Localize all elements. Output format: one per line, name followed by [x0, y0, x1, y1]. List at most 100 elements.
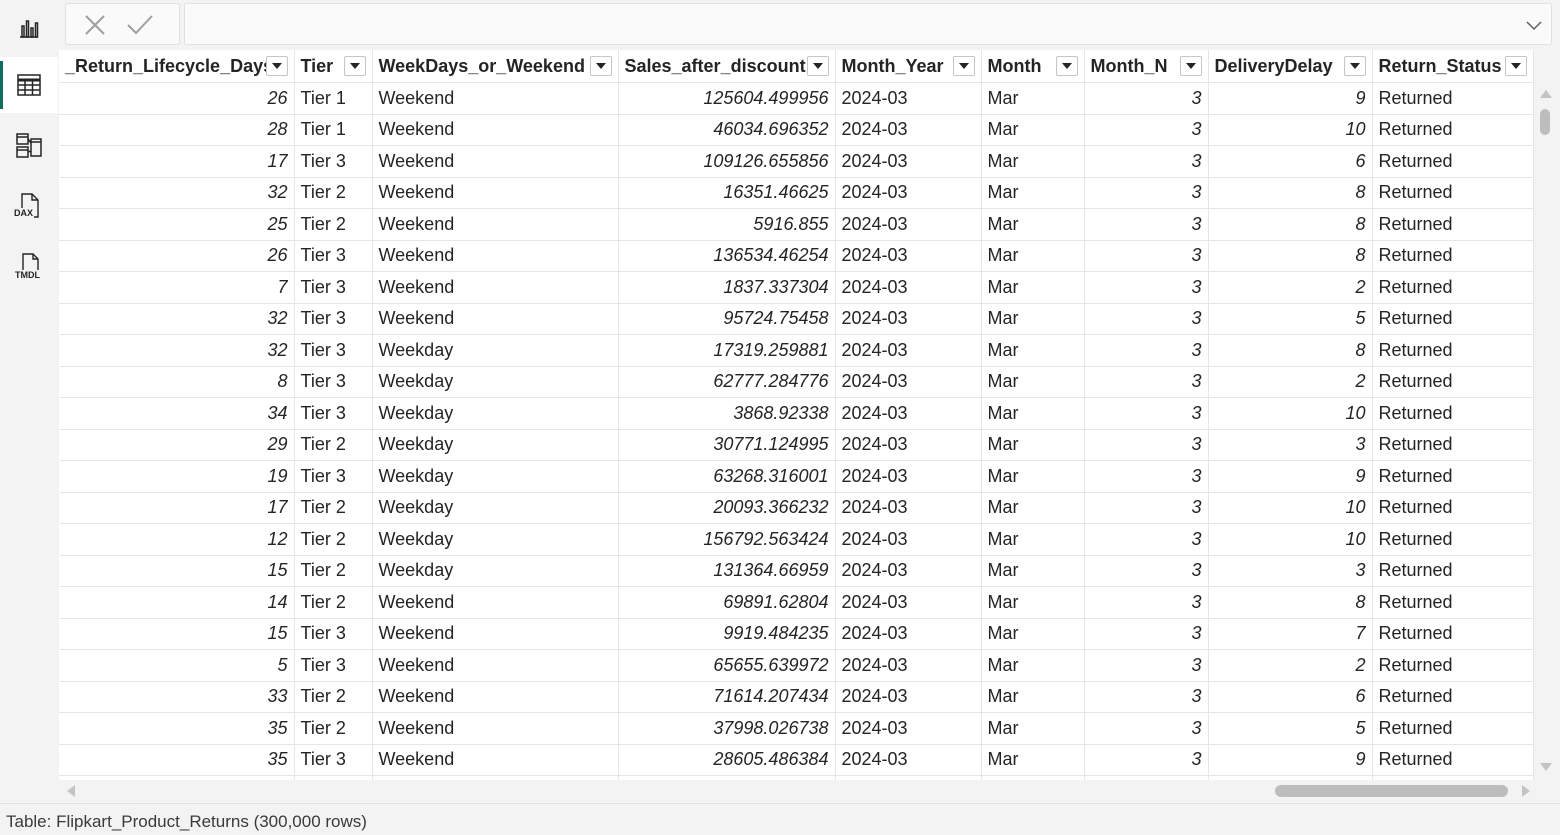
- column-header[interactable]: Sales_after_discount: [618, 50, 836, 83]
- table-cell[interactable]: Weekend: [372, 240, 619, 272]
- table-cell[interactable]: 20093.366232: [618, 492, 836, 524]
- table-cell[interactable]: Tier 2: [294, 586, 373, 619]
- table-cell[interactable]: 3: [1084, 114, 1209, 146]
- table-cell[interactable]: 12: [59, 523, 295, 556]
- table-cell[interactable]: 2024-03: [835, 586, 982, 619]
- table-cell[interactable]: Mar: [981, 523, 1085, 556]
- table-cell[interactable]: Mar: [981, 303, 1085, 335]
- table-cell[interactable]: 5: [59, 649, 295, 682]
- table-row[interactable]: 17 Tier 3 Weekend 109126.655856 2024-03 Mar 3 6…: [59, 145, 1534, 178]
- table-cell[interactable]: Returned: [1372, 429, 1534, 461]
- table-cell[interactable]: 33: [59, 681, 295, 713]
- column-header[interactable]: _Return_Lifecycle_Days: [59, 50, 295, 83]
- table-cell[interactable]: Tier 3: [294, 334, 373, 367]
- table-cell[interactable]: 8: [1208, 208, 1373, 241]
- table-cell[interactable]: Tier 2: [294, 681, 373, 713]
- table-cell[interactable]: Returned: [1372, 208, 1534, 241]
- scroll-right-icon[interactable]: [1520, 784, 1532, 803]
- table-cell[interactable]: Weekend: [372, 114, 619, 146]
- table-cell[interactable]: Tier 3: [294, 460, 373, 493]
- table-cell[interactable]: Returned: [1372, 114, 1534, 146]
- table-row[interactable]: 12 Tier 2 Weekday 156792.563424 2024-03 Mar 3 1…: [59, 523, 1534, 556]
- filter-dropdown-icon[interactable]: [265, 56, 288, 76]
- table-cell[interactable]: 28: [59, 114, 295, 146]
- table-row[interactable]: 15 Tier 2 Weekday 131364.66959 2024-03 Mar 3 3 R…: [59, 555, 1534, 587]
- table-cell[interactable]: Tier 3: [294, 397, 373, 430]
- table-cell[interactable]: 29: [59, 429, 295, 461]
- table-cell[interactable]: 2024-03: [835, 555, 982, 587]
- table-cell[interactable]: 71614.207434: [618, 681, 836, 713]
- table-cell[interactable]: Mar: [981, 397, 1085, 430]
- table-cell[interactable]: 2024-03: [835, 618, 982, 650]
- table-view-button[interactable]: [0, 57, 58, 113]
- table-cell[interactable]: 2024-03: [835, 82, 982, 115]
- horizontal-scroll-thumb[interactable]: [1275, 785, 1508, 797]
- table-cell[interactable]: Tier 3: [294, 145, 373, 178]
- column-header[interactable]: Tier: [294, 50, 373, 83]
- filter-dropdown-icon[interactable]: [952, 56, 975, 76]
- table-cell[interactable]: Tier 2: [294, 429, 373, 461]
- table-cell[interactable]: 26: [59, 82, 295, 115]
- table-cell[interactable]: 3: [1084, 586, 1209, 619]
- table-cell[interactable]: 6: [1208, 145, 1373, 178]
- table-cell[interactable]: 10: [1208, 397, 1373, 430]
- table-cell[interactable]: 3: [1084, 681, 1209, 713]
- model-view-button[interactable]: [0, 117, 58, 173]
- table-cell[interactable]: 2024-03: [835, 334, 982, 367]
- table-cell[interactable]: Tier 2: [294, 208, 373, 241]
- table-cell[interactable]: Mar: [981, 555, 1085, 587]
- table-cell[interactable]: Tier 3: [294, 366, 373, 398]
- table-cell[interactable]: 3: [1084, 240, 1209, 272]
- table-cell[interactable]: 2024-03: [835, 744, 982, 776]
- table-cell[interactable]: 5: [1208, 303, 1373, 335]
- column-header[interactable]: Month: [981, 50, 1085, 83]
- table-cell[interactable]: 95724.75458: [618, 303, 836, 335]
- table-cell[interactable]: Returned: [1372, 586, 1534, 619]
- table-cell[interactable]: 10: [1208, 114, 1373, 146]
- table-cell[interactable]: 3: [1084, 429, 1209, 461]
- table-cell[interactable]: Mar: [981, 618, 1085, 650]
- table-cell[interactable]: 7: [59, 271, 295, 304]
- table-cell[interactable]: 26: [59, 240, 295, 272]
- table-cell[interactable]: Mar: [981, 586, 1085, 619]
- table-cell[interactable]: Tier 2: [294, 555, 373, 587]
- table-cell[interactable]: 3: [1084, 366, 1209, 398]
- table-cell[interactable]: Returned: [1372, 145, 1534, 178]
- table-cell[interactable]: 14: [59, 586, 295, 619]
- table-cell[interactable]: Returned: [1372, 618, 1534, 650]
- table-cell[interactable]: Weekend: [372, 145, 619, 178]
- filter-dropdown-icon[interactable]: [1343, 56, 1366, 76]
- table-cell[interactable]: 32: [59, 303, 295, 335]
- table-cell[interactable]: 3: [1084, 744, 1209, 776]
- table-cell[interactable]: Weekend: [372, 271, 619, 304]
- report-view-button[interactable]: [0, 0, 58, 56]
- table-cell[interactable]: 109126.655856: [618, 145, 836, 178]
- table-cell[interactable]: 9: [1208, 460, 1373, 493]
- table-cell[interactable]: 2024-03: [835, 240, 982, 272]
- table-row[interactable]: 34 Tier 3 Weekday 3868.92338 2024-03 Mar 3 10 Re…: [59, 397, 1534, 430]
- table-row[interactable]: 32 Tier 2 Weekend 16351.46625 2024-03 Mar 3 8 Re…: [59, 177, 1534, 209]
- table-cell[interactable]: Returned: [1372, 744, 1534, 776]
- table-cell[interactable]: 8: [1208, 240, 1373, 272]
- table-cell[interactable]: Tier 2: [294, 492, 373, 524]
- table-cell[interactable]: 17: [59, 492, 295, 524]
- table-cell[interactable]: 2024-03: [835, 460, 982, 493]
- table-cell[interactable]: 6: [1208, 681, 1373, 713]
- table-cell[interactable]: 9: [1208, 82, 1373, 115]
- table-cell[interactable]: Mar: [981, 649, 1085, 682]
- table-row[interactable]: 35 Tier 2 Weekend 37998.026738 2024-03 Mar 3 5 R…: [59, 712, 1534, 745]
- table-cell[interactable]: Tier 2: [294, 523, 373, 556]
- table-cell[interactable]: Mar: [981, 114, 1085, 146]
- table-cell[interactable]: Returned: [1372, 177, 1534, 209]
- table-cell[interactable]: Weekday: [372, 334, 619, 367]
- table-cell[interactable]: 136534.46254: [618, 240, 836, 272]
- table-row[interactable]: 5 Tier 3 Weekend 65655.639972 2024-03 Mar 3 2 Re…: [59, 649, 1534, 682]
- column-header[interactable]: Return_Status: [1372, 50, 1534, 83]
- table-cell[interactable]: Returned: [1372, 303, 1534, 335]
- table-row[interactable]: 32 Tier 3 Weekend 95724.75458 2024-03 Mar 3 5 Re…: [59, 303, 1534, 335]
- table-cell[interactable]: Weekday: [372, 429, 619, 461]
- table-cell[interactable]: 2024-03: [835, 303, 982, 335]
- table-cell[interactable]: 8: [59, 366, 295, 398]
- table-row[interactable]: 15 Tier 3 Weekend 9919.484235 2024-03 Mar 3 7 Re…: [59, 618, 1534, 650]
- table-cell[interactable]: Weekday: [372, 555, 619, 587]
